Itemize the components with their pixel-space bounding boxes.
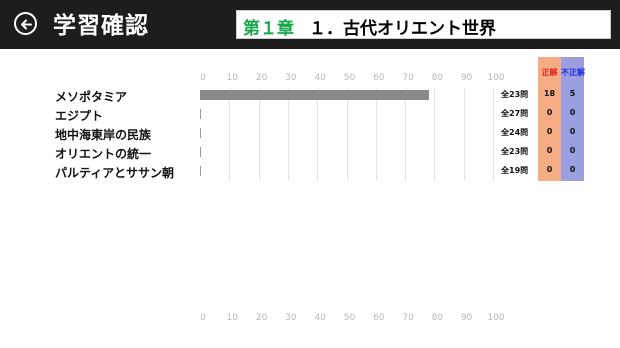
scale-label: 80	[431, 313, 444, 323]
scale-label: 0	[200, 313, 206, 323]
question-total: 全19問	[501, 166, 529, 175]
chapter-name: １．古代オリエント世界	[309, 19, 496, 39]
scale-label: 70	[402, 73, 414, 83]
correct-count: 0	[546, 165, 553, 174]
page-title: 学習確認	[53, 13, 149, 39]
progress-bar-empty	[200, 147, 201, 157]
wrong-count: 0	[569, 165, 576, 174]
header-bar: 学習確認 第１章 １．古代オリエント世界	[0, 0, 620, 49]
scale-label: 20	[255, 313, 268, 323]
topic-label[interactable]: 地中海東岸の民族	[55, 126, 151, 143]
wrong-column: 不正解 5 0 0 0 0	[561, 57, 585, 181]
question-total: 全23問	[501, 147, 529, 156]
scale-label: 60	[373, 313, 385, 323]
scale-label: 100	[487, 313, 505, 323]
wrong-count: 0	[569, 146, 576, 155]
wrong-count: 0	[569, 127, 576, 136]
scale-label: 0	[200, 73, 206, 83]
wrong-column-header: 不正解	[561, 68, 585, 77]
chapter-number: 第１章	[243, 19, 294, 39]
question-total: 全27問	[501, 109, 529, 118]
topic-label[interactable]: エジプト	[55, 107, 103, 124]
question-total: 全23問	[501, 90, 529, 99]
scale-label: 30	[285, 73, 297, 83]
correct-count: 0	[546, 146, 553, 155]
chapter-title-box: 第１章 １．古代オリエント世界	[236, 10, 611, 39]
scale-bottom: 0 10 20 30 40 50 60 70 80 90 100	[200, 313, 504, 327]
correct-count: 0	[546, 127, 553, 136]
scale-label: 10	[226, 73, 239, 83]
correct-column-header: 正解	[541, 68, 558, 77]
progress-bar-empty	[200, 166, 201, 176]
wrong-count: 0	[569, 108, 576, 117]
correct-count: 18	[543, 89, 556, 98]
progress-bar	[200, 166, 500, 176]
wrong-count: 5	[569, 89, 576, 98]
question-total: 全24問	[501, 128, 529, 137]
scale-label: 90	[460, 313, 473, 323]
scale-label: 80	[431, 73, 444, 83]
topic-label[interactable]: オリエントの統一	[55, 145, 151, 162]
scale-label: 100	[487, 73, 505, 83]
progress-bar	[200, 147, 500, 157]
correct-count: 0	[546, 108, 553, 117]
topic-label[interactable]: メソポタミア	[55, 88, 127, 105]
progress-bar	[200, 109, 500, 119]
scale-label: 50	[343, 73, 356, 83]
back-arrow-circle-icon[interactable]	[14, 12, 37, 35]
progress-bar	[200, 128, 500, 138]
scale-top: 0 10 20 30 40 50 60 70 80 90 100	[200, 73, 504, 87]
scale-label: 40	[314, 313, 326, 323]
scale-label: 90	[460, 73, 473, 83]
scale-label: 40	[314, 73, 326, 83]
progress-bar	[200, 90, 500, 100]
scale-label: 60	[373, 73, 385, 83]
progress-bar-empty	[200, 128, 201, 138]
progress-bar-empty	[200, 109, 201, 119]
scale-label: 20	[255, 73, 268, 83]
back-arrow-icon	[21, 19, 32, 30]
scale-label: 70	[402, 313, 414, 323]
progress-bar-fill	[200, 90, 429, 100]
topic-label[interactable]: パルティアとササン朝	[55, 164, 174, 181]
scale-label: 10	[226, 313, 239, 323]
scale-label: 50	[343, 313, 356, 323]
scale-label: 30	[285, 313, 297, 323]
correct-column: 正解 18 0 0 0 0	[538, 57, 561, 181]
